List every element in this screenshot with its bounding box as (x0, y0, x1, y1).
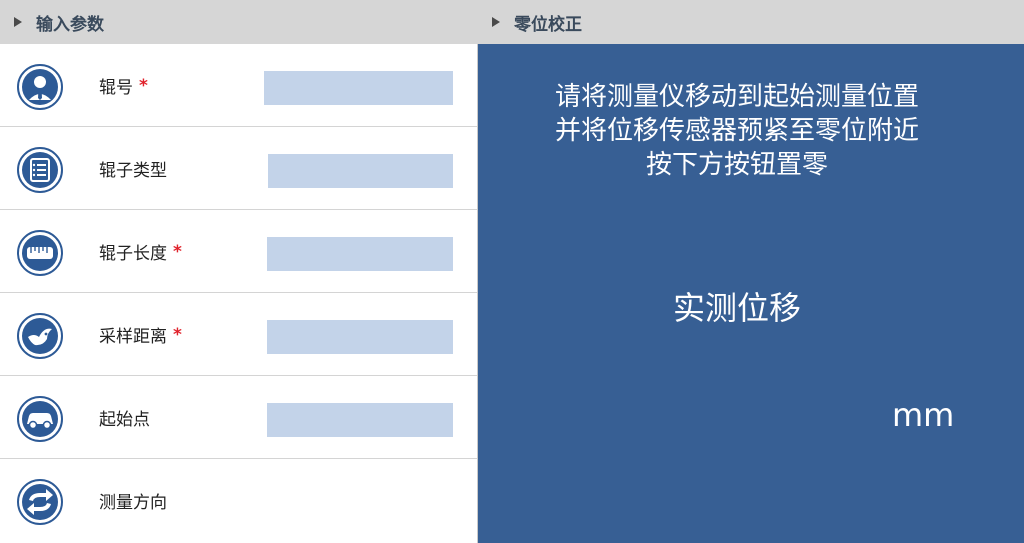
required-marker: * (139, 75, 148, 96)
input-params-panel: 辊号 * 辊子类型 辊子长度 * 采样距离 * 起始点 测量方向 (0, 44, 478, 543)
start-point-input[interactable] (267, 403, 453, 437)
triangle-right-icon (14, 17, 22, 27)
direction-arrow-icon (17, 479, 63, 525)
sampling-distance-input[interactable] (267, 320, 453, 354)
zero-calibration-panel: 请将测量仪移动到起始测量位置 并将位移传感器预紧至零位附近 按下方按钮置零 实测… (478, 44, 1024, 543)
zero-calibration-section-title: 零位校正 (492, 0, 582, 44)
required-marker: * (173, 241, 182, 262)
measure-direction-label-text: 测量方向 (99, 493, 167, 513)
sampling-distance-label: 采样距离 * (99, 293, 182, 376)
start-point-label-text: 起始点 (99, 410, 150, 430)
instruction-line: 按下方按钮置零 (645, 150, 828, 180)
roller-type-input[interactable] (268, 154, 453, 188)
zero-calibration-title-text: 零位校正 (514, 14, 582, 35)
roller-length-input[interactable] (267, 237, 453, 271)
calibration-instructions: 请将测量仪移动到起始测量位置 并将位移传感器预紧至零位附近 按下方按钮置零 (478, 80, 996, 182)
ruler-icon (17, 230, 63, 276)
top-header-bar: 输入参数 零位校正 (0, 0, 1024, 44)
sampling-distance-label-text: 采样距离 (99, 327, 167, 347)
displacement-unit: mm (892, 396, 955, 434)
vehicle-icon (17, 396, 63, 442)
form-row-roller-type: 辊子类型 (0, 127, 477, 210)
person-icon (17, 64, 63, 110)
roller-type-label-text: 辊子类型 (99, 161, 167, 181)
roller-number-input[interactable] (264, 71, 453, 105)
list-icon (17, 147, 63, 193)
form-row-measure-direction[interactable]: 测量方向 (0, 459, 477, 542)
form-row-roller-number: 辊号 * (0, 44, 477, 127)
measure-direction-label: 测量方向 (99, 459, 167, 542)
triangle-right-icon (492, 17, 500, 27)
bird-icon (17, 313, 63, 359)
input-params-section-title: 输入参数 (14, 0, 104, 44)
instruction-line: 请将测量仪移动到起始测量位置 (554, 82, 919, 112)
roller-length-label-text: 辊子长度 (99, 244, 167, 264)
measured-displacement-label: 实测位移 (672, 289, 801, 327)
form-row-start-point: 起始点 (0, 376, 477, 459)
instruction-line: 并将位移传感器预紧至零位附近 (554, 116, 919, 146)
start-point-label: 起始点 (99, 376, 150, 459)
roller-number-label-text: 辊号 (99, 78, 133, 98)
required-marker: * (173, 324, 182, 345)
roller-length-label: 辊子长度 * (99, 210, 182, 293)
form-row-sampling-distance: 采样距离 * (0, 293, 477, 376)
input-params-title-text: 输入参数 (36, 14, 104, 35)
roller-number-label: 辊号 * (99, 44, 148, 127)
roller-type-label: 辊子类型 (99, 127, 167, 210)
form-row-roller-length: 辊子长度 * (0, 210, 477, 293)
